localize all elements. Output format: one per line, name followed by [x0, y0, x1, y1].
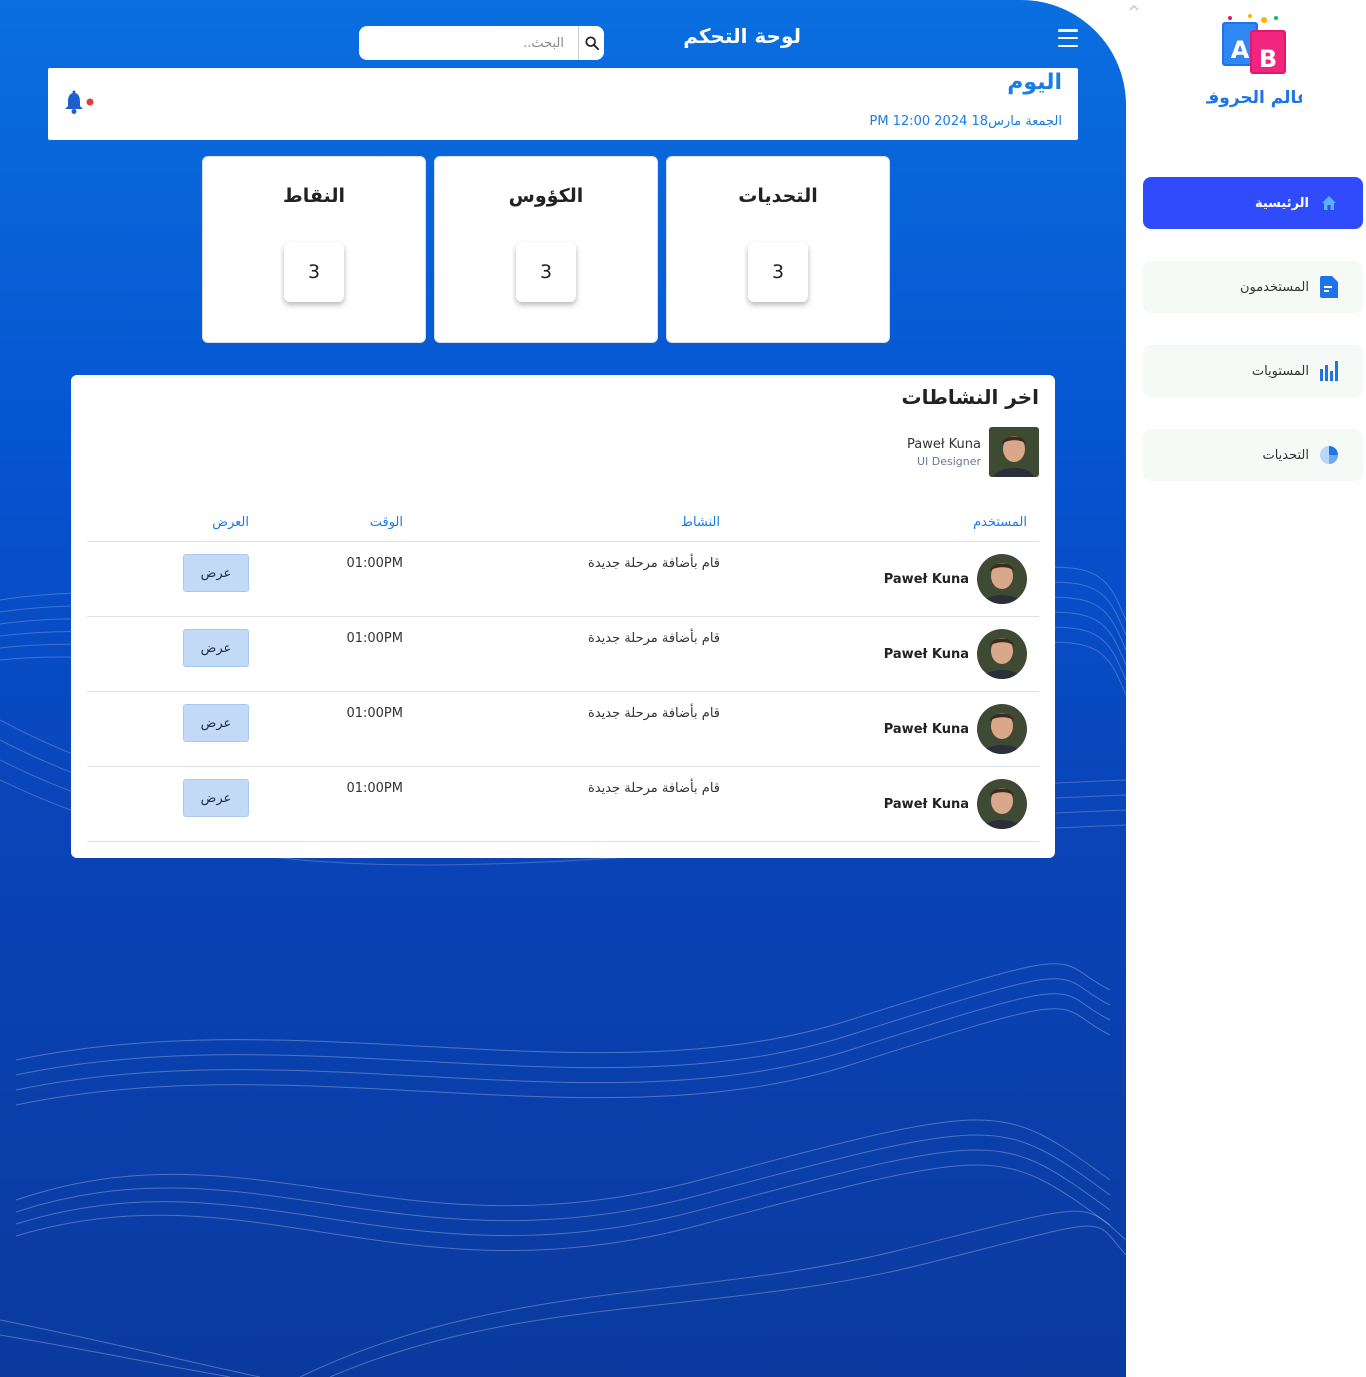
search-icon [584, 36, 599, 50]
stat-value: 3 [516, 242, 576, 302]
activity-time: 01:00PM [346, 631, 403, 646]
row-user: Paweł Kuna [884, 629, 1027, 679]
activity-title: اخر النشاطات [901, 385, 1039, 409]
today-date: الجمعة مارس18 2024 PM 12:00 [869, 114, 1062, 129]
stat-label: الكؤوس [508, 185, 584, 207]
sidebar-item-challenges[interactable]: التحديات [1143, 429, 1363, 481]
table-header: المستخدم النشاط الوقت العرض [87, 515, 1039, 542]
avatar [977, 629, 1027, 679]
activity-time: 01:00PM [346, 556, 403, 571]
document-icon [1319, 276, 1339, 298]
avatar [989, 427, 1039, 477]
logo-letter-b: B [1259, 45, 1277, 73]
sidebar-item-label: المستويات [1251, 363, 1309, 379]
page-title: لوحة التحكم [683, 24, 801, 48]
avatar [977, 554, 1027, 604]
table-row: Paweł Kuna قام بأضافة مرحلة جديدة 01:00P… [87, 692, 1039, 767]
activity-time: 01:00PM [346, 781, 403, 796]
stat-label: التحديات [738, 185, 818, 207]
column-user: المستخدم [973, 515, 1027, 530]
featured-user[interactable]: Paweł Kuna UI Designer [907, 427, 1039, 477]
bar-chart-icon [1319, 361, 1339, 381]
search-button[interactable] [578, 26, 604, 60]
sidebar-item-home[interactable]: الرئيسية [1143, 177, 1363, 229]
activity-text: قام بأضافة مرحلة جديدة [588, 781, 720, 796]
avatar [977, 704, 1027, 754]
activity-text: قام بأضافة مرحلة جديدة [588, 706, 720, 721]
stat-label: النقاط [283, 185, 345, 207]
home-icon [1319, 193, 1339, 213]
sidebar-item-users[interactable]: المستخدمون [1143, 261, 1363, 313]
stat-card-challenges: التحديات 3 [666, 156, 890, 343]
featured-user-name: Paweł Kuna [906, 436, 981, 452]
column-view: العرض [212, 515, 249, 530]
sidebar-item-label: التحديات [1262, 447, 1309, 463]
row-user: Paweł Kuna [884, 779, 1027, 829]
today-panel: اليوم الجمعة مارس18 2024 PM 12:00 [48, 68, 1078, 140]
today-title: اليوم [1007, 70, 1062, 95]
user-name: Paweł Kuna [883, 571, 969, 587]
column-activity: النشاط [680, 515, 720, 530]
avatar [977, 779, 1027, 829]
stat-card-points: النقاط 3 [202, 156, 426, 343]
stat-card-cups: الكؤوس 3 [434, 156, 658, 343]
table-row: Paweł Kuna قام بأضافة مرحلة جديدة 01:00P… [87, 767, 1039, 842]
view-button[interactable]: عرض [183, 629, 249, 667]
app-logo: A B عالم الحروف [1206, 14, 1302, 108]
notification-bell-icon[interactable] [64, 90, 94, 116]
column-time: الوقت [369, 515, 403, 530]
table-row: Paweł Kuna قام بأضافة مرحلة جديدة 01:00P… [87, 617, 1039, 692]
user-name: Paweł Kuna [883, 646, 969, 662]
logo-letter-a: A [1231, 36, 1250, 64]
main-content: لوحة التحكم اليوم الجمعة مارس18 2024 PM … [0, 0, 1126, 1377]
recent-activity-panel: اخر النشاطات Paweł Kuna UI Designer المس… [71, 375, 1055, 858]
pie-chart-icon [1319, 445, 1339, 465]
view-button[interactable]: عرض [183, 704, 249, 742]
search-input[interactable] [359, 28, 574, 58]
search-box[interactable] [359, 26, 604, 60]
featured-user-role: UI Designer [916, 454, 981, 468]
view-button[interactable]: عرض [183, 554, 249, 592]
menu-toggle-icon[interactable] [1058, 29, 1078, 47]
user-name: Paweł Kuna [883, 721, 969, 737]
activity-text: قام بأضافة مرحلة جديدة [588, 556, 720, 571]
stat-value: 3 [284, 242, 344, 302]
row-user: Paweł Kuna [884, 704, 1027, 754]
row-user: Paweł Kuna [884, 554, 1027, 604]
activity-text: قام بأضافة مرحلة جديدة [588, 631, 720, 646]
table-row: Paweł Kuna قام بأضافة مرحلة جديدة 01:00P… [87, 542, 1039, 617]
sidebar-item-levels[interactable]: المستويات [1143, 345, 1363, 397]
stat-value: 3 [748, 242, 808, 302]
user-name: Paweł Kuna [883, 796, 969, 812]
scroll-up-icon[interactable] [1129, 4, 1139, 12]
sidebar-item-label: المستخدمون [1239, 279, 1309, 295]
sidebar-item-label: الرئيسية [1254, 195, 1309, 211]
view-button[interactable]: عرض [183, 779, 249, 817]
notification-dot [86, 98, 94, 106]
activity-time: 01:00PM [346, 706, 403, 721]
logo-text: عالم الحروف [1206, 88, 1302, 108]
